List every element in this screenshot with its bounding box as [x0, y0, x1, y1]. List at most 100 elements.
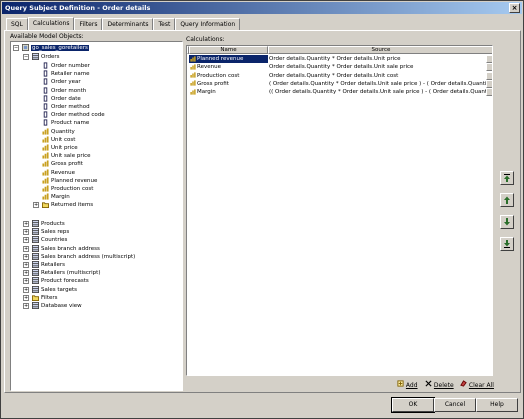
tree-item-order-field[interactable]: Order method code: [42, 111, 105, 119]
tab-determinants[interactable]: Determinants: [102, 18, 154, 30]
tree-item-order-field[interactable]: Revenue: [42, 169, 75, 177]
measure-icon: [42, 160, 49, 167]
tree-expand-toggle[interactable]: +: [23, 278, 29, 285]
tree-item-query-subject[interactable]: Product forecasts: [32, 277, 89, 285]
tree-item-query-subject[interactable]: Sales reps: [32, 228, 69, 236]
edit-expression-button[interactable]: [486, 71, 492, 80]
tree-item-root[interactable]: go_sales_goretailers: [22, 44, 89, 52]
tree-item-order-field[interactable]: Order date: [42, 95, 81, 103]
calculation-name-cell[interactable]: Gross profit: [189, 80, 268, 88]
tree-expand-toggle[interactable]: +: [23, 245, 29, 252]
tree-item-label: Sales branch address: [41, 245, 100, 252]
tree-expand-toggle[interactable]: +: [23, 221, 29, 227]
tree-expand-toggle[interactable]: +: [23, 286, 29, 293]
tree-expand-toggle[interactable]: +: [23, 303, 29, 309]
delete-link[interactable]: Delete: [425, 380, 454, 389]
tree-item-query-subject[interactable]: Database view: [32, 302, 82, 310]
move-bottom-button[interactable]: [500, 237, 514, 251]
tree-item-query-subject[interactable]: Retailers: [32, 261, 65, 269]
tree-item-label: Countries: [41, 237, 68, 244]
move-top-button[interactable]: [500, 171, 514, 185]
tree-item-order-field[interactable]: Order year: [42, 78, 81, 86]
calculation-source-cell[interactable]: ( Order details.Quantity * Order details…: [268, 80, 486, 88]
root-collapse-toggle[interactable]: −: [13, 45, 19, 51]
tree-item-order-field[interactable]: Order month: [42, 87, 86, 95]
tree-item-order-field[interactable]: Product name: [42, 119, 89, 127]
close-button[interactable]: ×: [509, 3, 520, 13]
tab-test[interactable]: Test: [153, 18, 176, 30]
tree-item-label: Product forecasts: [41, 278, 89, 285]
tree-item-query-subject[interactable]: Products: [32, 220, 65, 228]
column-header-name[interactable]: Name: [189, 46, 268, 54]
cancel-button[interactable]: Cancel: [434, 398, 476, 412]
edit-expression-button[interactable]: [486, 63, 492, 72]
tree-item-order-field[interactable]: Planned revenue: [42, 177, 97, 185]
measure-icon: [42, 193, 49, 200]
tree-item-order-field[interactable]: Gross profit: [42, 160, 83, 168]
tree-expand-toggle[interactable]: +: [23, 237, 29, 244]
tree-item-order-field[interactable]: Order number: [42, 62, 90, 70]
tree-item-label: Returned items: [51, 202, 94, 209]
returned-items-expand-toggle[interactable]: +: [33, 202, 39, 209]
tree-item-order-field[interactable]: Unit cost: [42, 136, 75, 144]
tree-item-order-field[interactable]: Unit sale price: [42, 152, 91, 160]
tree-item-order-field[interactable]: Margin: [42, 193, 70, 201]
move-up-button[interactable]: [500, 193, 514, 207]
tree-item-order-field[interactable]: Returned items: [42, 201, 93, 209]
tree-item-query-subject[interactable]: Sales targets: [32, 285, 77, 294]
calculation-name: Revenue: [197, 64, 221, 71]
help-button[interactable]: Help: [476, 398, 518, 412]
column-header-source[interactable]: Source: [268, 46, 492, 54]
orders-collapse-toggle[interactable]: −: [23, 54, 29, 60]
calculation-name-cell[interactable]: Margin: [189, 88, 268, 96]
calculation-source-cell[interactable]: Order details.Quantity * Order details.U…: [268, 72, 486, 80]
tree-item-order-field[interactable]: Quantity: [42, 128, 75, 136]
calculation-row[interactable]: Planned revenue Order details.Quantity *…: [187, 55, 492, 63]
tree-item-order-field[interactable]: Production cost: [42, 185, 93, 193]
tree-expand-toggle[interactable]: +: [23, 294, 29, 301]
calculation-row[interactable]: Revenue Order details.Quantity * Order d…: [187, 63, 492, 72]
tree-item-order-field[interactable]: Unit price: [42, 144, 78, 152]
calculations-grid[interactable]: Name Source Planned revenue Order detail…: [186, 45, 493, 376]
tree-item-label: Planned revenue: [51, 177, 98, 184]
tree-item-label: Margin: [51, 194, 70, 201]
tree-expand-toggle[interactable]: +: [23, 253, 29, 260]
tree-item-query-subject[interactable]: Retailers (multiscript): [32, 269, 100, 277]
edit-expression-button[interactable]: [486, 79, 492, 88]
calculation-source-cell[interactable]: (( Order details.Quantity * Order detail…: [268, 88, 486, 96]
tree-item-order-field[interactable]: Retailer name: [42, 70, 90, 78]
calculation-row[interactable]: Gross profit ( Order details.Quantity * …: [187, 79, 492, 88]
move-down-button[interactable]: [500, 215, 514, 229]
tree-item-query-subject[interactable]: Countries: [32, 236, 67, 244]
ok-button[interactable]: OK: [391, 397, 435, 413]
tree-item-orders[interactable]: Orders: [32, 53, 60, 61]
calculation-source-cell[interactable]: Order details.Quantity * Order details.U…: [268, 55, 486, 63]
edit-expression-button[interactable]: [486, 88, 492, 97]
tree-item-label: Order month: [51, 87, 87, 94]
add-link[interactable]: Add: [397, 380, 418, 389]
tree-expand-toggle[interactable]: +: [23, 229, 29, 236]
calculation-name-cell[interactable]: Revenue: [189, 63, 268, 71]
attribute-icon: [43, 119, 48, 126]
eraser-icon: [460, 380, 467, 387]
tree-item-query-subject[interactable]: Sales branch address (multiscript): [32, 252, 135, 261]
tab-filters[interactable]: Filters: [74, 18, 103, 30]
calculation-row[interactable]: Production cost Order details.Quantity *…: [187, 71, 492, 80]
tree-expand-toggle[interactable]: +: [23, 270, 29, 277]
tab-query-information[interactable]: Query Information: [175, 18, 241, 30]
edit-expression-button[interactable]: [486, 55, 492, 63]
model-tree[interactable]: − go_sales_goretailers − Orders Order nu…: [10, 41, 183, 391]
calculation-row[interactable]: Margin (( Order details.Quantity * Order…: [187, 88, 492, 97]
tree-item-label: Order date: [51, 95, 81, 102]
tree-item-query-subject[interactable]: Sales branch address: [32, 244, 100, 253]
tab-sql[interactable]: SQL: [6, 18, 28, 30]
measure-icon: [42, 177, 49, 184]
tree-item-query-subject[interactable]: Filters: [32, 294, 58, 302]
calculation-source-cell[interactable]: Order details.Quantity * Order details.U…: [268, 63, 486, 71]
calculation-name-cell[interactable]: Production cost: [189, 72, 268, 80]
tree-item-order-field[interactable]: Order method: [42, 103, 90, 111]
clear-all-link[interactable]: Clear All: [460, 380, 494, 389]
tree-expand-toggle[interactable]: +: [23, 262, 29, 268]
tab-calculations[interactable]: Calculations: [27, 17, 75, 30]
calculation-name-cell[interactable]: Planned revenue: [189, 55, 268, 63]
